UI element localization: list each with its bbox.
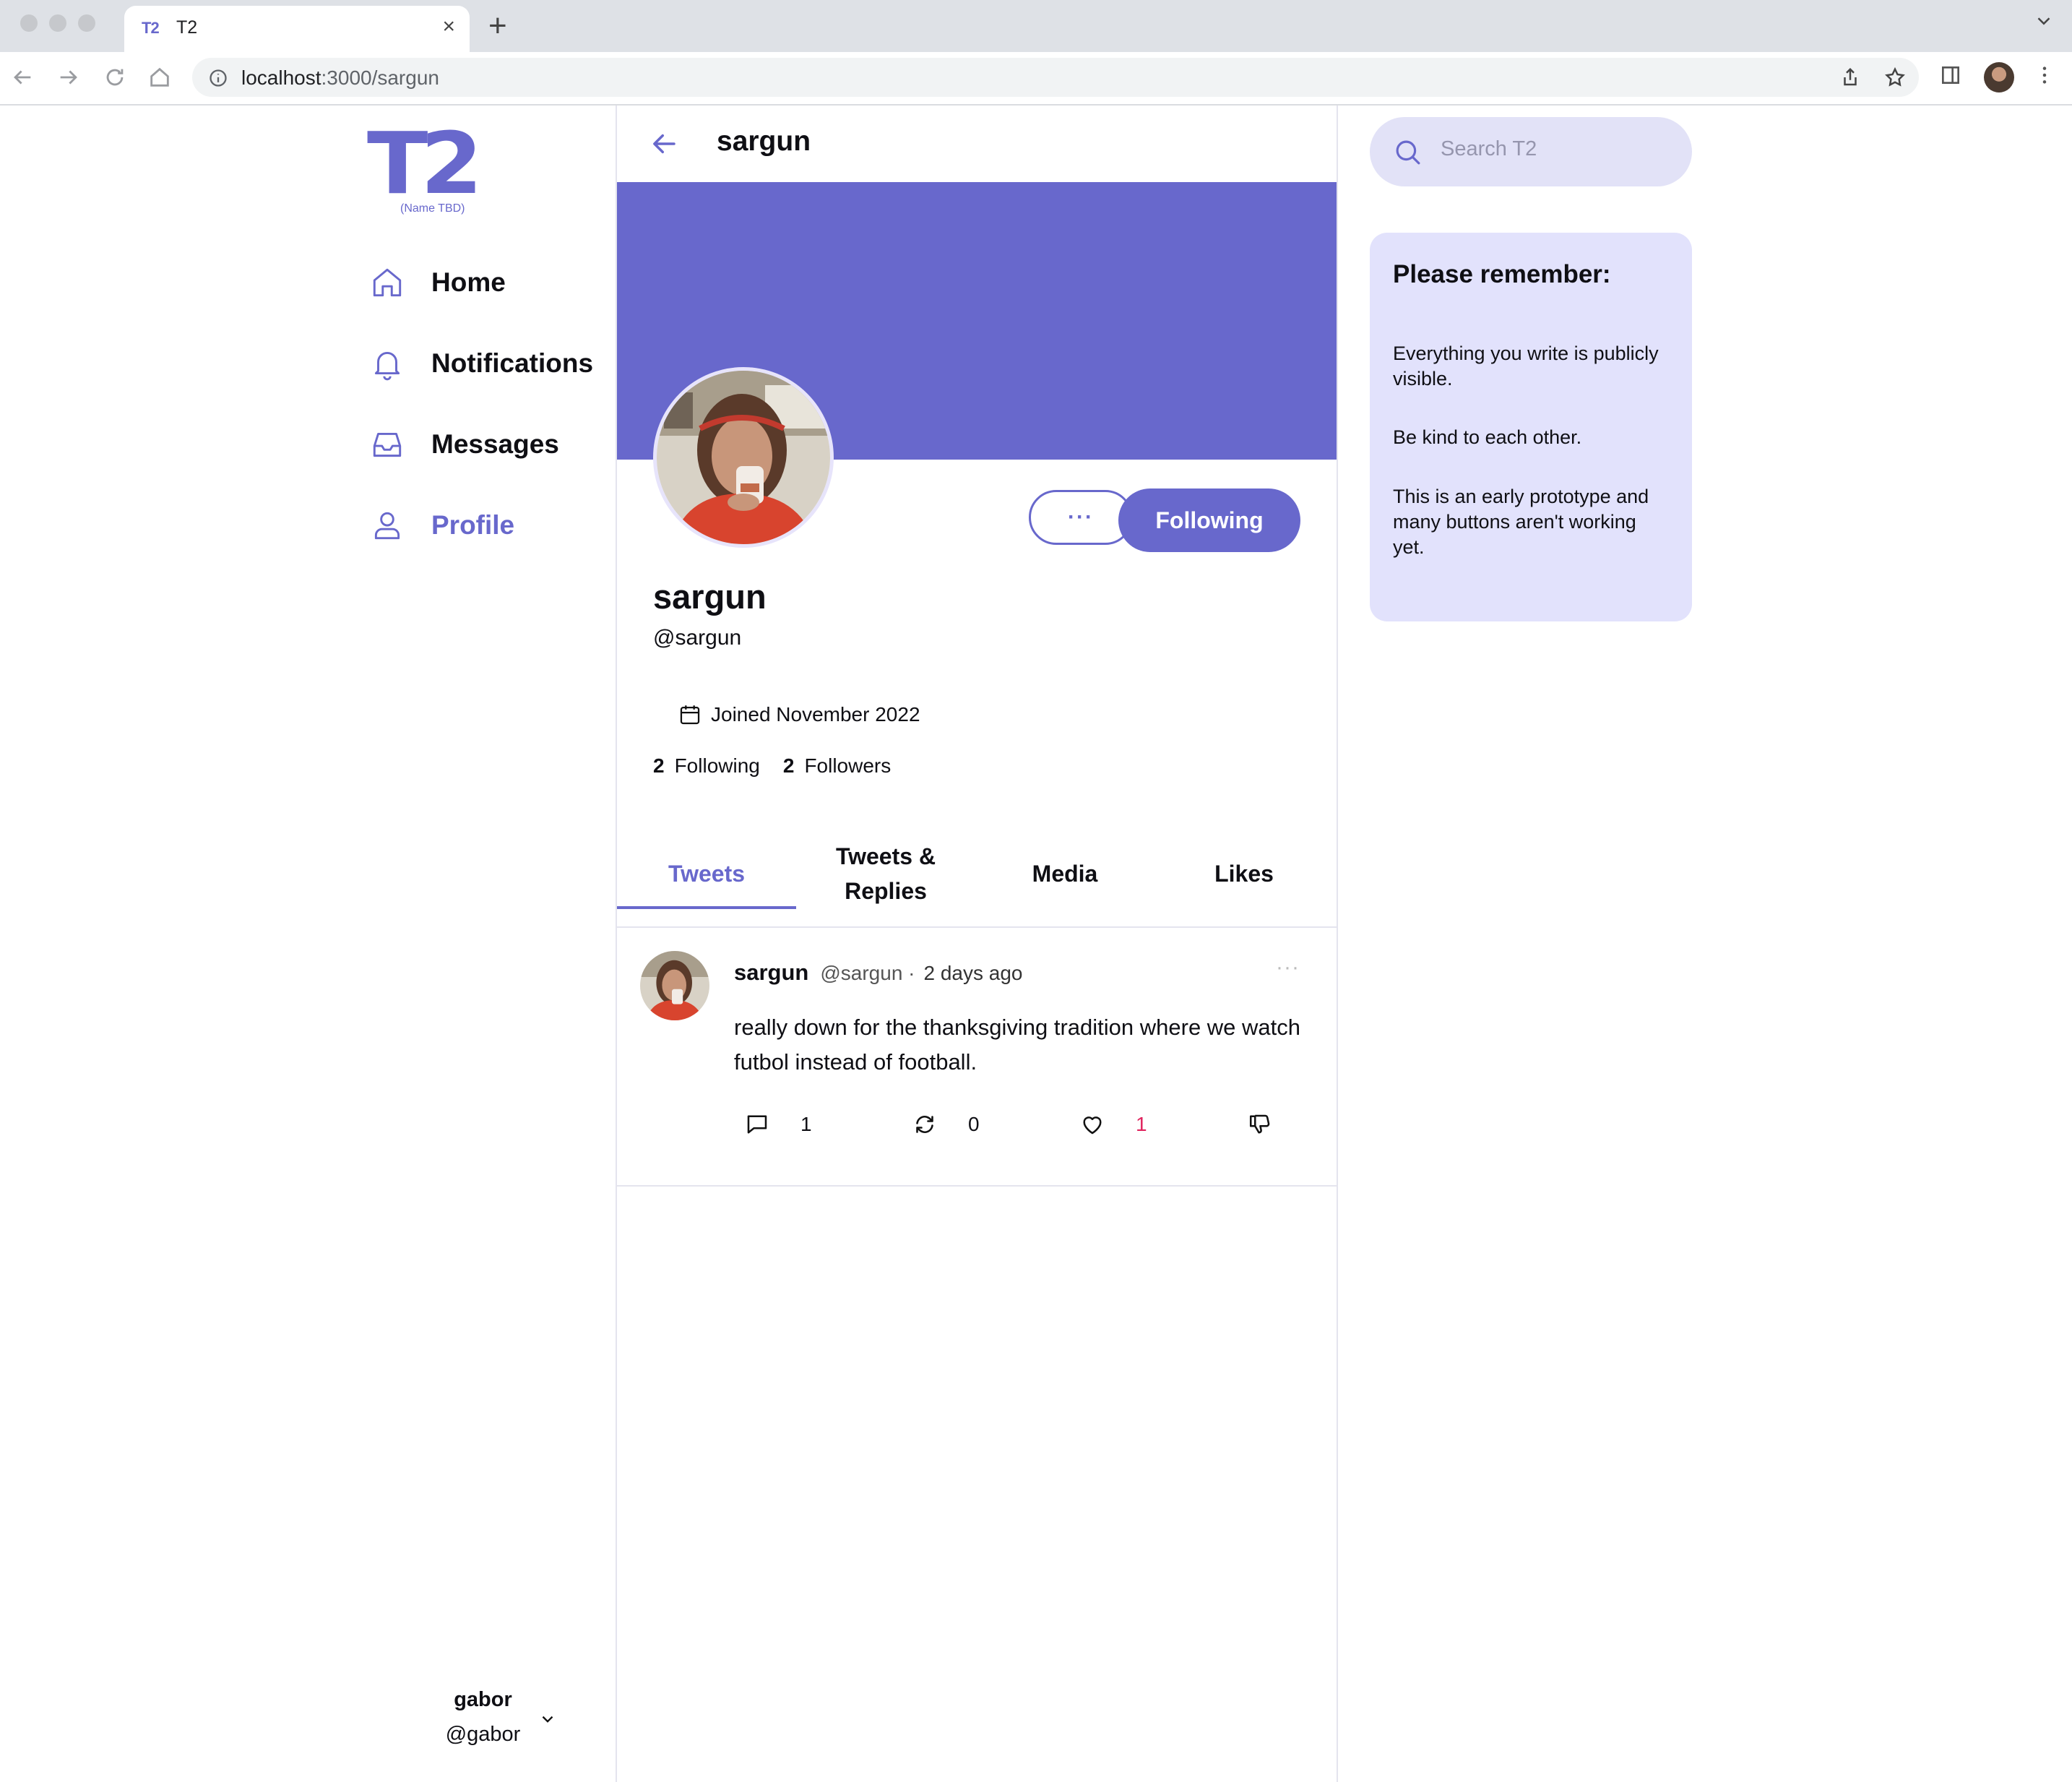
tweet-author-handle: @sargun ·: [820, 962, 915, 984]
account-name: gabor: [454, 1688, 512, 1711]
reload-icon[interactable]: [103, 65, 127, 90]
forward-nav-icon[interactable]: [56, 65, 81, 90]
tab-tweets-replies-label: Tweets & Replies: [835, 843, 936, 904]
nav-label-home: Home: [431, 267, 506, 297]
url-path: :3000/sargun: [321, 66, 439, 89]
browser-tab-strip: T2 T2 × +: [0, 0, 2072, 52]
following-count: 2: [653, 754, 665, 777]
tab-title: T2: [176, 17, 198, 38]
reminder-card: Please remember: Everything you write is…: [1370, 233, 1692, 621]
following-button[interactable]: Following: [1118, 488, 1300, 552]
browser-toolbar: localhost:3000/sargun: [0, 52, 2072, 106]
bell-icon: [368, 345, 406, 382]
url-host: localhost: [241, 66, 321, 89]
active-tab-indicator: [617, 906, 796, 909]
nav-label-profile: Profile: [431, 510, 515, 540]
user-icon: [368, 507, 406, 544]
retweet-action[interactable]: 0: [912, 1111, 980, 1137]
nav-item-home[interactable]: Home: [368, 257, 506, 308]
home-nav-icon[interactable]: [147, 65, 172, 90]
reminder-line-prototype: This is an early prototype and many butt…: [1393, 486, 1649, 558]
window-close-dot[interactable]: [20, 14, 38, 32]
profile-handle: @sargun: [653, 626, 742, 650]
follow-counts: 2 Following 2 Followers: [653, 754, 891, 778]
like-action[interactable]: 1: [1079, 1111, 1147, 1137]
tab-tweets[interactable]: Tweets: [617, 821, 796, 926]
like-count: 1: [1136, 1113, 1147, 1135]
profile-header: sargun: [617, 106, 1337, 182]
tab-search-chevron-icon[interactable]: [2033, 10, 2055, 32]
url-text[interactable]: localhost:3000/sargun: [241, 66, 439, 90]
tweet-author-name[interactable]: sargun: [734, 960, 808, 986]
browser-profile-avatar[interactable]: [1984, 62, 2014, 92]
nav-item-messages[interactable]: Messages: [368, 419, 559, 470]
left-sidebar: T2 (Name TBD) Home Notifications Message…: [365, 106, 616, 1782]
tweet-text: really down for the thanksgiving traditi…: [734, 1015, 1301, 1075]
browser-menu-icon[interactable]: [2033, 64, 2056, 87]
reminder-line-visibility: Everything you write is publicly visible…: [1393, 343, 1659, 389]
followers-label: Followers: [804, 754, 892, 777]
following-label: Following: [674, 754, 760, 777]
reply-count: 1: [800, 1113, 812, 1135]
share-icon[interactable]: [1839, 66, 1861, 88]
dislike-action[interactable]: [1247, 1111, 1273, 1137]
back-arrow-icon[interactable]: [649, 129, 679, 159]
home-icon: [368, 264, 406, 301]
profile-avatar[interactable]: [653, 367, 834, 548]
more-options-button[interactable]: ···: [1029, 490, 1133, 545]
app: T2 (Name TBD) Home Notifications Message…: [0, 106, 2072, 1782]
reply-icon: [747, 1115, 767, 1134]
window-zoom-dot[interactable]: [78, 14, 95, 32]
tab-close-icon[interactable]: ×: [442, 14, 455, 39]
search-icon: [1396, 140, 1420, 165]
profile-tabs: Tweets Tweets & Replies Media Likes: [617, 821, 1337, 928]
thumbs-down-icon: [1249, 1114, 1270, 1134]
search-box[interactable]: [1370, 117, 1692, 186]
chevron-down-icon[interactable]: [538, 1710, 557, 1729]
tab-favicon: T2: [142, 19, 160, 37]
tab-media[interactable]: Media: [975, 821, 1154, 926]
profile-column: sargun ··· Following sargun @sargun Join…: [616, 106, 1338, 1782]
joined-text: Joined November 2022: [711, 703, 920, 726]
tweet-avatar[interactable]: [640, 951, 709, 1020]
page-title: sargun: [717, 126, 811, 157]
profile-display-name: sargun: [653, 577, 767, 616]
heart-icon: [1083, 1116, 1102, 1135]
tab-tweets-replies[interactable]: Tweets & Replies: [796, 821, 975, 926]
tweet-more-icon[interactable]: ···: [1276, 955, 1300, 980]
inbox-icon: [368, 426, 406, 463]
window-minimize-dot[interactable]: [49, 14, 66, 32]
address-bar[interactable]: localhost:3000/sargun: [192, 58, 1919, 97]
reply-action[interactable]: 1: [744, 1111, 812, 1137]
followers-link[interactable]: 2 Followers: [783, 754, 891, 778]
nav-label-messages: Messages: [431, 429, 559, 459]
t2-logo[interactable]: T2 (Name TBD): [367, 121, 497, 215]
following-link[interactable]: 2 Following: [653, 754, 760, 778]
site-info-icon[interactable]: [208, 68, 228, 88]
nav-item-profile[interactable]: Profile: [368, 500, 514, 551]
nav-item-notifications[interactable]: Notifications: [368, 338, 593, 389]
retweet-count: 0: [968, 1113, 980, 1135]
retweet-icon: [916, 1116, 933, 1133]
browser-tab[interactable]: T2 T2 ×: [124, 6, 470, 52]
reminder-line-kindness: Be kind to each other.: [1393, 426, 1582, 448]
new-tab-icon[interactable]: +: [488, 7, 507, 45]
back-nav-icon[interactable]: [10, 65, 35, 90]
nav-label-notifications: Notifications: [431, 348, 594, 378]
tweet-timestamp[interactable]: 2 days ago: [924, 962, 1023, 985]
side-panel-icon[interactable]: [1939, 64, 1962, 87]
bookmark-star-icon[interactable]: [1884, 66, 1906, 88]
tweet-actions: 1 0 1: [744, 1111, 1322, 1148]
tweet-card[interactable]: sargun @sargun · 2 days ago ··· really d…: [617, 928, 1337, 1187]
account-handle: @gabor: [445, 1723, 521, 1746]
reminder-title: Please remember:: [1393, 260, 1611, 288]
tweet-header: sargun @sargun · 2 days ago: [734, 960, 1023, 986]
logo-text: T2: [367, 113, 483, 213]
search-input[interactable]: [1441, 137, 1672, 161]
tab-likes[interactable]: Likes: [1154, 821, 1334, 926]
calendar-icon: [680, 705, 700, 725]
joined-date: Joined November 2022: [678, 702, 920, 727]
followers-count: 2: [782, 754, 795, 777]
